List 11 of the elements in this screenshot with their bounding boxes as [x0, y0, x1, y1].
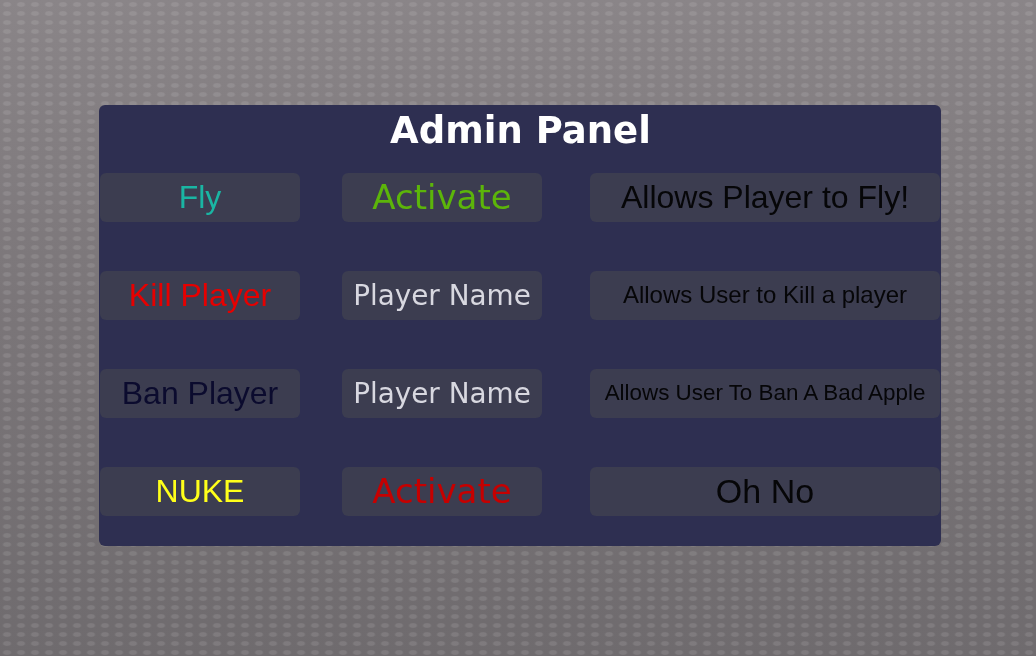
description-label: Allows Player to Fly!: [590, 173, 940, 222]
command-label: NUKE: [100, 467, 300, 516]
description-label: Oh No: [590, 467, 940, 516]
player-name-field[interactable]: Player Name: [342, 271, 542, 320]
command-label: Fly: [100, 173, 300, 222]
panel-title: Admin Panel: [389, 108, 652, 154]
activate-button[interactable]: Activate: [342, 173, 542, 222]
description-label: Allows User To Ban A Bad Apple: [590, 369, 940, 418]
player-name-field[interactable]: Player Name: [342, 369, 542, 418]
description-label: Allows User to Kill a player: [590, 271, 940, 320]
command-label: Kill Player: [100, 271, 300, 320]
